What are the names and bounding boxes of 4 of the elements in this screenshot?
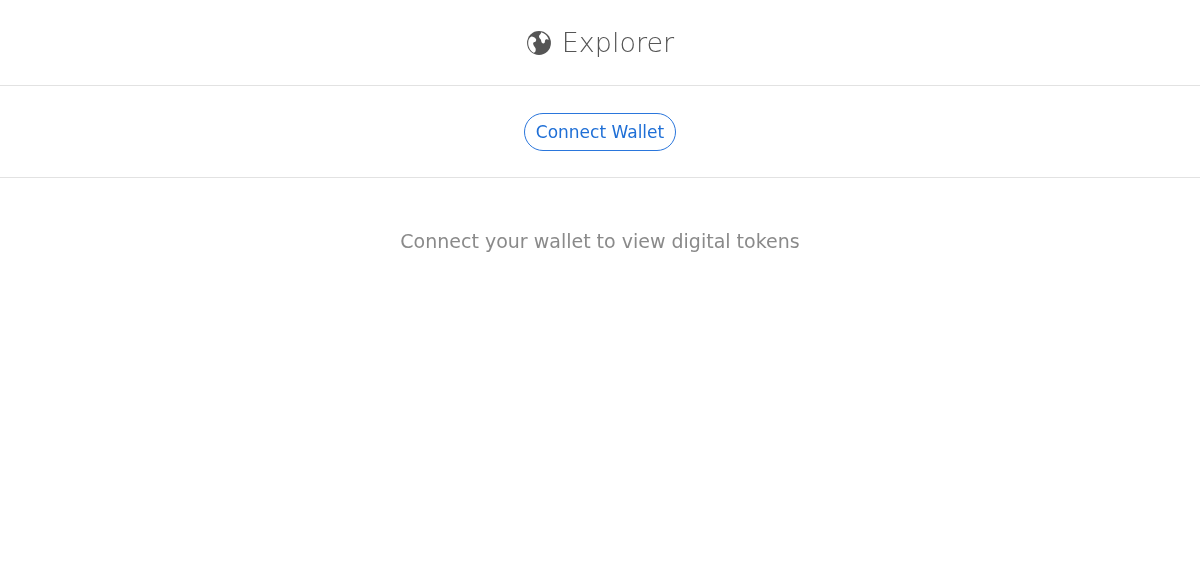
- connect-wallet-button[interactable]: Connect Wallet: [523, 112, 677, 151]
- globe-icon: [525, 29, 552, 56]
- empty-state-message: Connect your wallet to view digital tokens: [399, 230, 801, 252]
- app-title: Explorer: [561, 27, 675, 58]
